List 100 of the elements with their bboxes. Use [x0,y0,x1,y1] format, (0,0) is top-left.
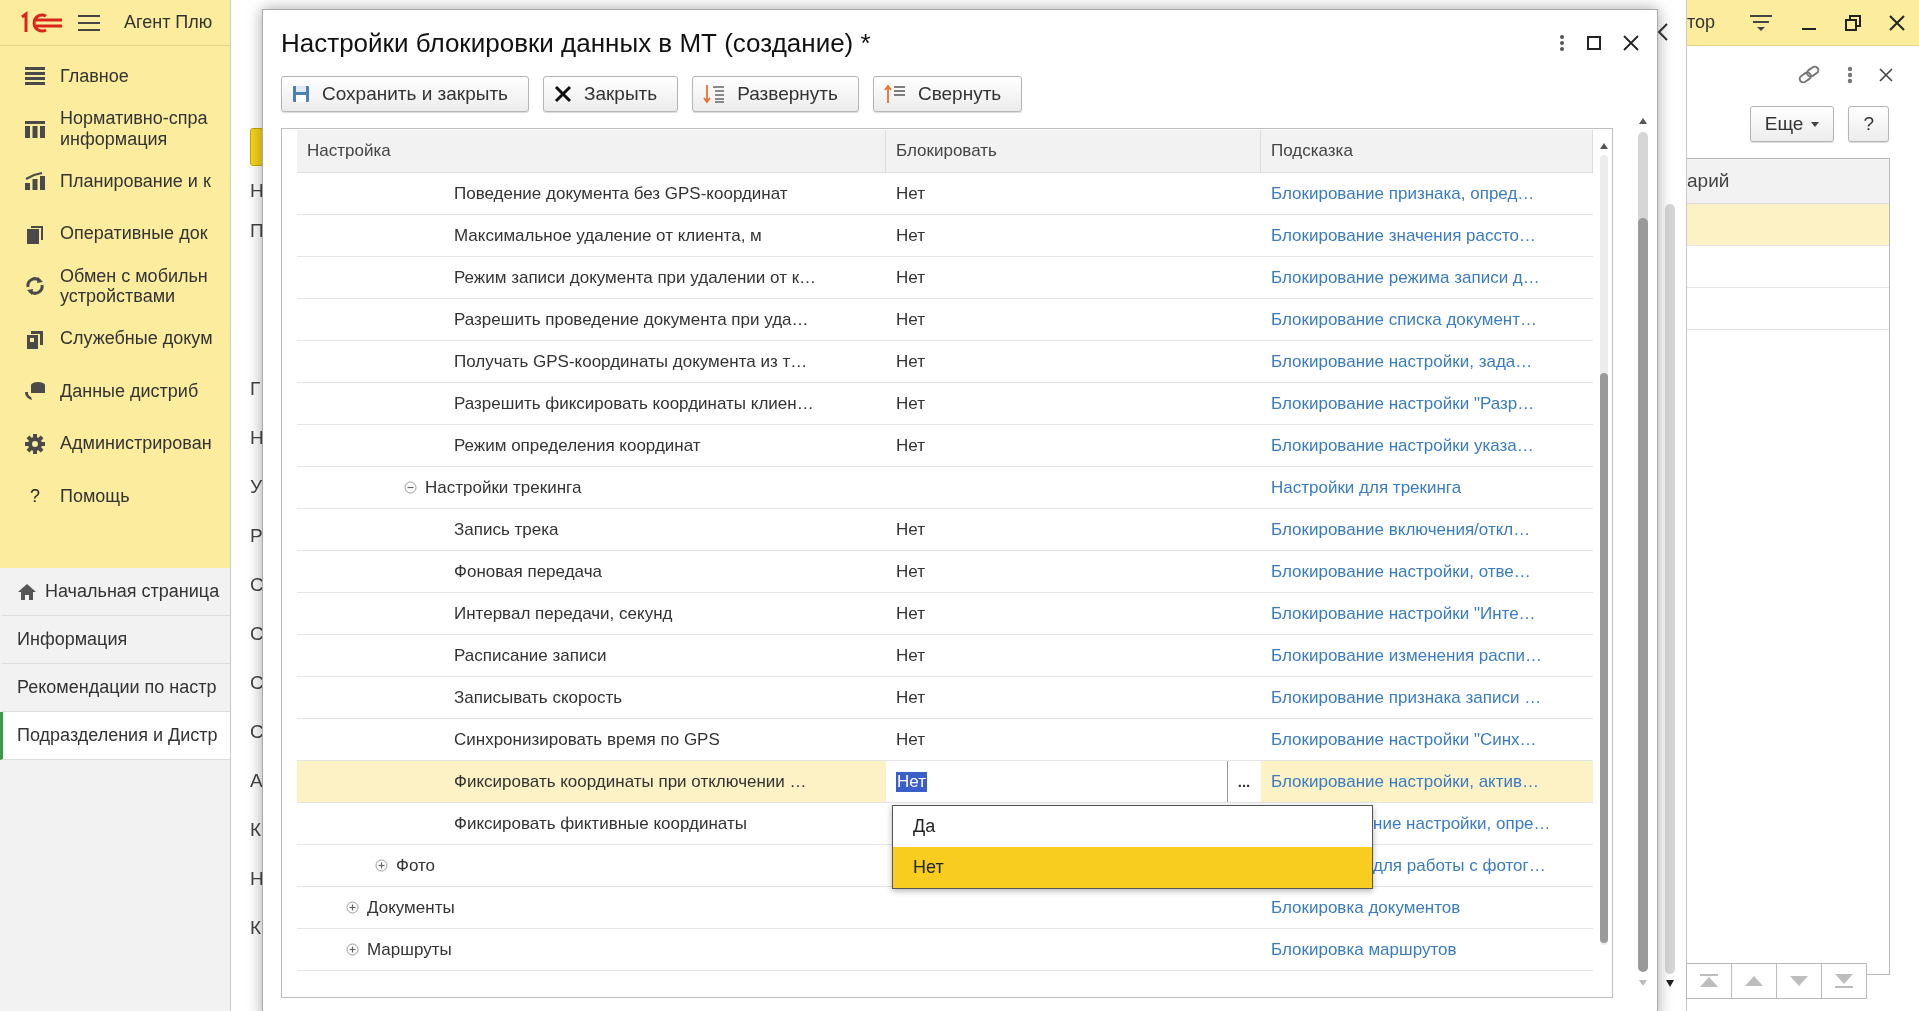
table-cell: Нет [896,225,925,246]
close-icon[interactable] [1879,68,1893,82]
sort-up-icon [883,84,906,104]
table-cell: Нет [896,561,925,582]
value-field[interactable]: Нет ... [886,761,1261,802]
column-header[interactable]: Настройка [297,130,886,172]
setting-name: Фиксировать фиктивные координаты [454,813,747,834]
hint-link[interactable]: Настройки для трекинга [1271,477,1462,498]
filter-icon[interactable] [1749,12,1773,33]
list-icon [24,66,46,87]
hint-link[interactable]: для работы с фотог… [1373,855,1546,876]
hint-link[interactable]: Блокирование настройки, актив… [1271,771,1540,792]
setting-name: Расписание записи [454,645,607,666]
maximize-icon[interactable] [1587,36,1601,50]
form-label: С [250,672,264,694]
setting-name: Записывать скорость [454,687,623,708]
tree-row[interactable]: Запись трека Нет Блокирование включения/откл… [297,509,1593,551]
hint-link[interactable]: Блокирование настройки "Синх… [1271,729,1537,750]
menu-icon[interactable] [78,13,100,32]
gear-icon [24,432,46,455]
hint-link[interactable]: ние настройки, опре… [1373,813,1551,834]
expand-icon[interactable] [346,901,359,914]
tree-row[interactable]: Записывать скорость Нет Блокирование признака записи … [297,677,1593,719]
tree-row[interactable]: Интервал передачи, секунд Нет Блокирование настройки "Инте… [297,593,1593,635]
hint-link[interactable]: Блокирование настройки "Разр… [1271,393,1535,414]
setting-name: Фото [396,855,436,876]
sidebar-section[interactable]: Оперативные док [0,207,230,260]
hint-link[interactable]: Блокирование изменения распи… [1271,645,1542,666]
close-icon[interactable] [1623,35,1639,51]
setting-name: Интервал передачи, секунд [454,603,673,624]
hint-link[interactable]: Блокирование настройки, зада… [1271,351,1533,372]
form-label: Н [250,180,264,202]
help-icon: ? [30,485,40,507]
tree-row[interactable]: Режим определения координат Нет Блокирование настройки указа… [297,425,1593,467]
form-label: Н [250,868,264,890]
sidebar-section[interactable]: Обмен с мобильн устройствами [0,260,230,313]
help-button[interactable]: ? [1848,106,1889,142]
collapse-button[interactable]: Свернуть [872,76,1023,112]
hint-link[interactable]: Блокирование признака записи … [1271,687,1542,708]
close-icon[interactable] [1889,14,1905,31]
link-icon[interactable] [1797,64,1821,86]
hint-link[interactable]: Блокировка маршрутов [1271,939,1457,960]
dropdown-option[interactable]: Нет [893,847,1372,888]
expand-button[interactable]: Развернуть [692,76,859,112]
sidebar-section[interactable]: Данные дистриб [0,365,230,418]
column-header[interactable]: Блокировать [886,130,1261,172]
hint-link[interactable]: Блокирование списка документ… [1271,309,1538,330]
hint-link[interactable]: Блокировка документов [1271,897,1461,918]
sidebar-section[interactable]: Главное [0,50,230,103]
more-icon[interactable] [1559,34,1565,52]
sidebar-section[interactable]: ? Помощь [0,470,230,523]
hint-link[interactable]: Блокирование признака, опред… [1271,183,1535,204]
logo-icon[interactable] [18,10,64,35]
save-button[interactable]: Сохранить и закрыть [281,76,529,112]
tree-row[interactable]: Фиксировать координаты при отключении … Нет ... Блокирование настройки, актив… [297,761,1593,803]
collapse-icon[interactable] [404,481,417,494]
bar-chart-icon [24,171,46,192]
more-icon[interactable] [1847,66,1853,84]
hint-link[interactable]: Блокирование значения рассто… [1271,225,1537,246]
tree-row[interactable]: Маршруты Блокировка маршрутов [297,929,1593,971]
nav-item[interactable]: Подразделения и Дистр [0,712,230,760]
tree-row[interactable]: Поведение документа без GPS-координат Нет Блокирование признака, опред… [297,173,1593,215]
restore-icon[interactable] [1845,14,1861,31]
sort-down-icon [703,84,726,104]
tree-row[interactable]: Расписание записи Нет Блокирование изменения распи… [297,635,1593,677]
sidebar-section[interactable]: Администрирован [0,417,230,470]
setting-name: Режим определения координат [454,435,701,456]
tree-row[interactable]: Разрешить проведение документа при уда… Нет Блокирование списка документ… [297,299,1593,341]
hint-link[interactable]: Блокирование настройки, отве… [1271,561,1531,582]
hint-link[interactable]: Блокирование режима записи д… [1271,267,1540,288]
user-name: тор [1687,12,1717,33]
expand-icon[interactable] [346,943,359,956]
sidebar-section[interactable]: Нормативно-спра информация [0,102,230,155]
table-cell: Нет [896,729,925,750]
hint-link[interactable]: Блокирование настройки "Инте… [1271,603,1536,624]
tree-row[interactable]: Режим записи документа при удалении от к… Нет Блокирование режима записи д… [297,257,1593,299]
chevron-icon[interactable] [1657,22,1669,42]
tree-row[interactable]: Максимальное удаление от клиента, м Нет Блокирование значения рассто… [297,215,1593,257]
more-button[interactable]: Еще [1749,106,1835,142]
tree-row[interactable]: Настройки трекинга Настройки для трекинга [297,467,1593,509]
column-header[interactable]: арий [1687,170,1730,192]
sidebar-section[interactable]: Служебные докум [0,312,230,365]
tree-row[interactable]: Фоновая передача Нет Блокирование настройки, отве… [297,551,1593,593]
hint-link[interactable]: Блокирование настройки указа… [1271,435,1534,456]
sidebar-section[interactable]: Планирование и к [0,155,230,208]
setting-name: Фиксировать координаты при отключении … [454,771,807,792]
hint-link[interactable]: Блокирование включения/откл… [1271,519,1531,540]
database-icon [23,380,47,403]
form-label: К [250,819,262,841]
setting-name: Разрешить фиксировать координаты клиен… [454,393,814,414]
app-title: Агент Плю [124,12,213,33]
dropdown-option[interactable]: Да [893,806,1372,847]
form-label: К [250,917,262,939]
column-header[interactable]: Подсказка [1261,130,1593,172]
tree-row[interactable]: Разрешить фиксировать координаты клиен… Нет Блокирование настройки "Разр… [297,383,1593,425]
expand-icon[interactable] [375,859,388,872]
table-cell: Нет [896,267,925,288]
close-button[interactable]: Закрыть [543,76,679,112]
form-label: Г [250,378,261,400]
tree-row[interactable]: Получать GPS-координаты документа из т… Нет Блокирование настройки, зада… [297,341,1593,383]
